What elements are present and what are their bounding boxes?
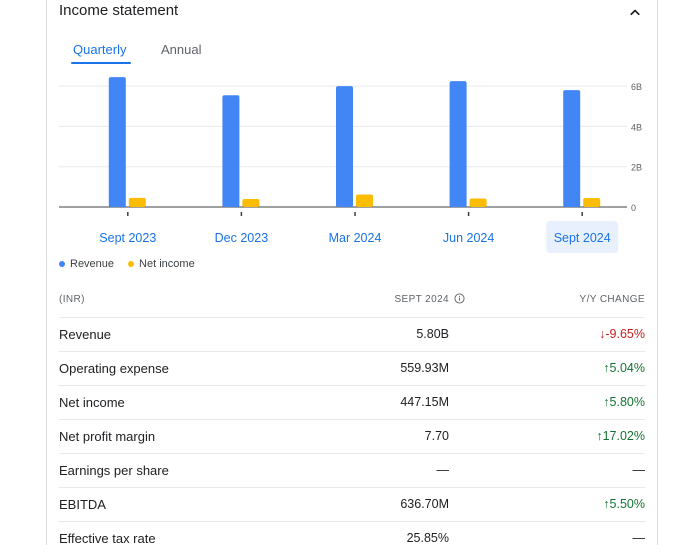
row-value: 7.70 xyxy=(424,429,449,443)
row-change-value: 17.02% xyxy=(602,429,645,443)
table-row: EBITDA 636.70M ↑5.50% xyxy=(59,487,645,521)
revenue-bar xyxy=(449,81,467,207)
row-change: ↓-9.65% xyxy=(599,327,645,341)
x-tick-label[interactable]: Sept 2023 xyxy=(99,231,156,245)
row-label: Effective tax rate xyxy=(59,531,156,546)
revenue-bar xyxy=(108,77,126,207)
table-row: Operating expense 559.93M ↑5.04% xyxy=(59,351,645,385)
row-label: Net income xyxy=(59,395,125,410)
x-tick-label[interactable]: Dec 2023 xyxy=(215,231,269,245)
net-income-bar xyxy=(356,194,373,207)
net-income-bar xyxy=(583,197,601,207)
chart-legend: Revenue Net income xyxy=(59,258,195,270)
row-change-value: — xyxy=(632,463,646,477)
income-bar-chart: 0 2B 4B 6B Sept 2023 Dec 2023 Mar 2024 Jun 2024… xyxy=(59,77,642,253)
x-tick-label[interactable]: Mar 2024 xyxy=(329,231,382,245)
row-value: — xyxy=(436,463,450,477)
row-change: ↑5.50% xyxy=(603,497,645,511)
table-row: Revenue 5.80B ↓-9.65% xyxy=(59,317,645,351)
row-label: Revenue xyxy=(59,327,112,342)
legend-item-revenue: Revenue xyxy=(59,258,114,270)
header-change: Y/Y CHANGE xyxy=(579,294,645,305)
legend-dot-revenue xyxy=(59,261,65,268)
row-change-value: 5.80% xyxy=(609,395,645,409)
x-tick-label[interactable]: Sept 2024 xyxy=(554,231,611,245)
row-value: 5.80B xyxy=(416,327,449,341)
header-unit: (INR) xyxy=(59,294,85,305)
row-value: 447.15M xyxy=(400,395,449,409)
y-tick-label: 0 xyxy=(631,203,636,213)
legend-label-revenue: Revenue xyxy=(70,258,115,270)
row-change: ↑5.80% xyxy=(603,395,645,409)
net-income-bar xyxy=(242,198,260,207)
row-value: 636.70M xyxy=(400,497,449,511)
revenue-bar xyxy=(563,90,581,207)
income-table: Revenue 5.80B ↓-9.65% Operating expense 559.… xyxy=(59,317,645,555)
x-tick-label[interactable]: Jun 2024 xyxy=(443,231,494,245)
row-change: ↑17.02% xyxy=(596,429,645,443)
row-value: 25.85% xyxy=(406,531,449,545)
legend-item-net-income: Net income xyxy=(128,258,195,270)
legend-dot-net-income xyxy=(128,261,135,268)
header-period: SEPT 2024 xyxy=(394,294,449,305)
table-row: Net income 447.15M ↑5.80% xyxy=(59,385,645,419)
row-change-value: 5.50% xyxy=(609,497,645,511)
row-label: EBITDA xyxy=(59,497,106,512)
row-value: 559.93M xyxy=(400,361,449,375)
net-income-bar xyxy=(469,198,487,207)
y-tick-label: 2B xyxy=(631,163,642,173)
table-row: Earnings per share — — xyxy=(59,453,645,487)
revenue-bar xyxy=(336,86,353,207)
y-tick-label: 4B xyxy=(631,122,642,132)
row-change: — xyxy=(633,531,646,545)
table-row: Effective tax rate 25.85% — xyxy=(59,521,645,555)
info-icon[interactable] xyxy=(454,293,465,304)
table-row: Net profit margin 7.70 ↑17.02% xyxy=(59,419,645,453)
y-tick-label: 6B xyxy=(631,82,642,92)
row-label: Operating expense xyxy=(59,361,169,376)
row-change-value: — xyxy=(632,531,646,545)
row-label: Net profit margin xyxy=(59,429,156,444)
row-change-value: -9.65% xyxy=(605,327,645,341)
row-change-value: 5.04% xyxy=(609,361,645,375)
legend-label-net-income: Net income xyxy=(139,258,195,270)
revenue-bar xyxy=(222,95,240,207)
row-change: — xyxy=(633,463,646,477)
net-income-bar xyxy=(128,197,146,207)
row-label: Earnings per share xyxy=(59,463,169,478)
income-statement-card: Income statement Quarterly Annual 0 2B 4B 6… xyxy=(46,0,658,546)
row-change: ↑5.04% xyxy=(603,361,645,375)
